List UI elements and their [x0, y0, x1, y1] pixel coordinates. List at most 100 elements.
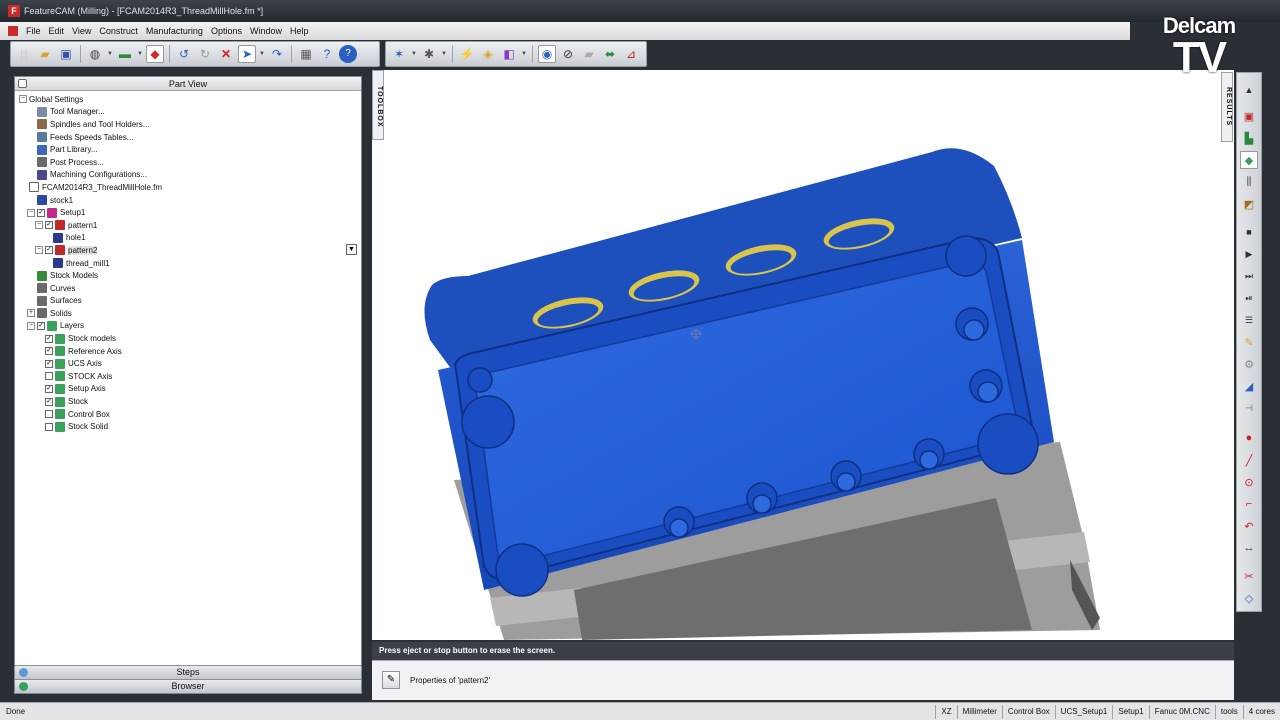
menu-help[interactable]: Help	[286, 26, 313, 36]
tree-item[interactable]: ✓ UCS Axis	[15, 357, 361, 370]
paint-icon[interactable]: ◈	[479, 45, 497, 63]
menu-manufacturing[interactable]: Manufacturing	[142, 26, 207, 36]
redo-icon[interactable]: ↻	[196, 45, 214, 63]
simulation-box-icon[interactable]: ▣	[1240, 107, 1258, 125]
tree-item[interactable]: Stock Solid	[15, 420, 361, 433]
properties-icon[interactable]: ✎	[382, 671, 400, 689]
checkbox[interactable]: ✓	[45, 246, 53, 255]
tree-item[interactable]: Post Process...	[15, 156, 361, 169]
menu-options[interactable]: Options	[207, 26, 246, 36]
tree-item[interactable]: Tool Manager...	[15, 106, 361, 119]
checkbox[interactable]: ✓	[37, 321, 45, 330]
tree-item[interactable]: Feeds Speeds Tables...	[15, 131, 361, 144]
tree-item[interactable]: stock1	[15, 194, 361, 207]
tree-item[interactable]: − ✓ pattern1	[15, 219, 361, 232]
calculator-icon[interactable]: ▦	[297, 45, 315, 63]
checkbox[interactable]: ✓	[45, 397, 53, 406]
help-icon[interactable]: ?	[339, 45, 357, 63]
surface-icon[interactable]: ◇	[1240, 589, 1258, 607]
tree-item[interactable]: + Solids	[15, 307, 361, 320]
ruler-icon[interactable]: ▰	[580, 45, 598, 63]
collapse-icon[interactable]: −	[35, 246, 43, 255]
gear-icon[interactable]: ⚙	[1240, 355, 1258, 373]
tree-item[interactable]: Stock Models	[15, 269, 361, 282]
color-icon[interactable]: ▬	[116, 45, 134, 63]
point-icon[interactable]: ●	[1240, 429, 1258, 447]
line-icon[interactable]: ╱	[1240, 451, 1258, 469]
pencil-icon[interactable]: ✎	[1240, 333, 1258, 351]
feature-icon[interactable]: ◉	[538, 45, 556, 63]
toolpath-view-icon[interactable]: ▙	[1240, 129, 1258, 147]
tree-item[interactable]: Control Box	[15, 408, 361, 421]
results-tab[interactable]: RESULTS	[1221, 72, 1233, 142]
tree-item[interactable]: Spindles and Tool Holders...	[15, 118, 361, 131]
open-icon[interactable]: ▰	[36, 45, 54, 63]
tab-browser[interactable]: Browser	[15, 679, 361, 693]
save-icon[interactable]: ▣	[57, 45, 75, 63]
centerline-icon[interactable]: ⫼	[1240, 173, 1258, 191]
menu-edit[interactable]: Edit	[45, 26, 69, 36]
3d-simulation-icon[interactable]: ◆	[1240, 151, 1258, 169]
undo-icon[interactable]: ↺	[175, 45, 193, 63]
graphics-viewport[interactable]	[372, 70, 1234, 640]
pin-icon[interactable]	[18, 79, 27, 88]
menu-window[interactable]: Window	[246, 26, 286, 36]
tree-item[interactable]: thread_mill1	[15, 257, 361, 270]
tree-item[interactable]: hole1	[15, 232, 361, 245]
stop-icon[interactable]: ■	[1240, 223, 1258, 241]
chevron-down-icon[interactable]: ▼	[411, 51, 417, 57]
stock-view-icon[interactable]: ◩	[1240, 195, 1258, 213]
star-icon[interactable]: ✶	[390, 45, 408, 63]
collapse-icon[interactable]: −	[27, 321, 35, 330]
collapse-icon[interactable]: −	[19, 95, 27, 104]
checkbox[interactable]	[45, 372, 53, 381]
tree-item[interactable]: ✓ Setup Axis	[15, 383, 361, 396]
eject-icon[interactable]: ▲	[1240, 81, 1258, 99]
tree-item[interactable]: ✓ Reference Axis	[15, 345, 361, 358]
tab-steps[interactable]: Steps	[15, 665, 361, 679]
step-icon[interactable]: ⏯	[1240, 289, 1258, 307]
globe-icon[interactable]: ◍	[86, 45, 104, 63]
checkbox[interactable]	[45, 422, 53, 431]
dimension-icon[interactable]: ⊣	[1240, 399, 1258, 417]
tree-item[interactable]: Surfaces	[15, 295, 361, 308]
chevron-down-icon[interactable]: ▼	[521, 51, 527, 57]
chevron-down-icon[interactable]: ▼	[441, 51, 447, 57]
tree-item[interactable]: − ✓ Setup1	[15, 206, 361, 219]
erase-icon[interactable]: ◆	[146, 45, 164, 63]
tool-path-icon[interactable]: ⬌	[601, 45, 619, 63]
corner-icon[interactable]: ⌐	[1240, 495, 1258, 513]
delete-icon[interactable]: ✕	[217, 45, 235, 63]
tree-item[interactable]: Curves	[15, 282, 361, 295]
menu-file[interactable]: File	[22, 26, 45, 36]
tree-item[interactable]: STOCK Axis	[15, 370, 361, 383]
menu-view[interactable]: View	[68, 26, 95, 36]
circle-icon[interactable]: ⊙	[1240, 473, 1258, 491]
checkbox[interactable]: ✓	[45, 221, 53, 230]
checkbox[interactable]: ✓	[45, 359, 53, 368]
chevron-down-icon[interactable]: ▼	[107, 51, 113, 57]
slope-icon[interactable]: ◢	[1240, 377, 1258, 395]
menu-construct[interactable]: Construct	[95, 26, 142, 36]
featurecam-app-icon[interactable]: F	[8, 5, 20, 17]
checkbox[interactable]: ✓	[45, 384, 53, 393]
fast-forward-icon[interactable]: ⏭	[1240, 267, 1258, 285]
probe-icon[interactable]: ⊿	[622, 45, 640, 63]
toolbox-tab[interactable]: TOOLBOX	[372, 70, 384, 140]
tree-item[interactable]: Part Library...	[15, 143, 361, 156]
tree-item[interactable]: ✓ Stock	[15, 395, 361, 408]
tree-item[interactable]: − Global Settings	[15, 93, 361, 106]
chevron-down-icon[interactable]: ▼	[346, 244, 357, 255]
tree-item[interactable]: Machining Configurations...	[15, 169, 361, 182]
play-icon[interactable]: ▶	[1240, 245, 1258, 263]
collapse-icon[interactable]: −	[35, 221, 43, 230]
chevron-down-icon[interactable]: ▼	[259, 51, 265, 57]
wizard-icon[interactable]: ✱	[420, 45, 438, 63]
help-query-icon[interactable]: ?	[318, 45, 336, 63]
checkbox[interactable]: ✓	[45, 334, 53, 343]
document-menu-icon[interactable]	[8, 26, 18, 36]
checkbox[interactable]: ✓	[45, 347, 53, 356]
checkbox[interactable]	[45, 410, 53, 419]
tree-item[interactable]: − ✓ pattern2	[15, 244, 361, 257]
dimension-arrow-icon[interactable]: ↔	[1240, 539, 1258, 557]
